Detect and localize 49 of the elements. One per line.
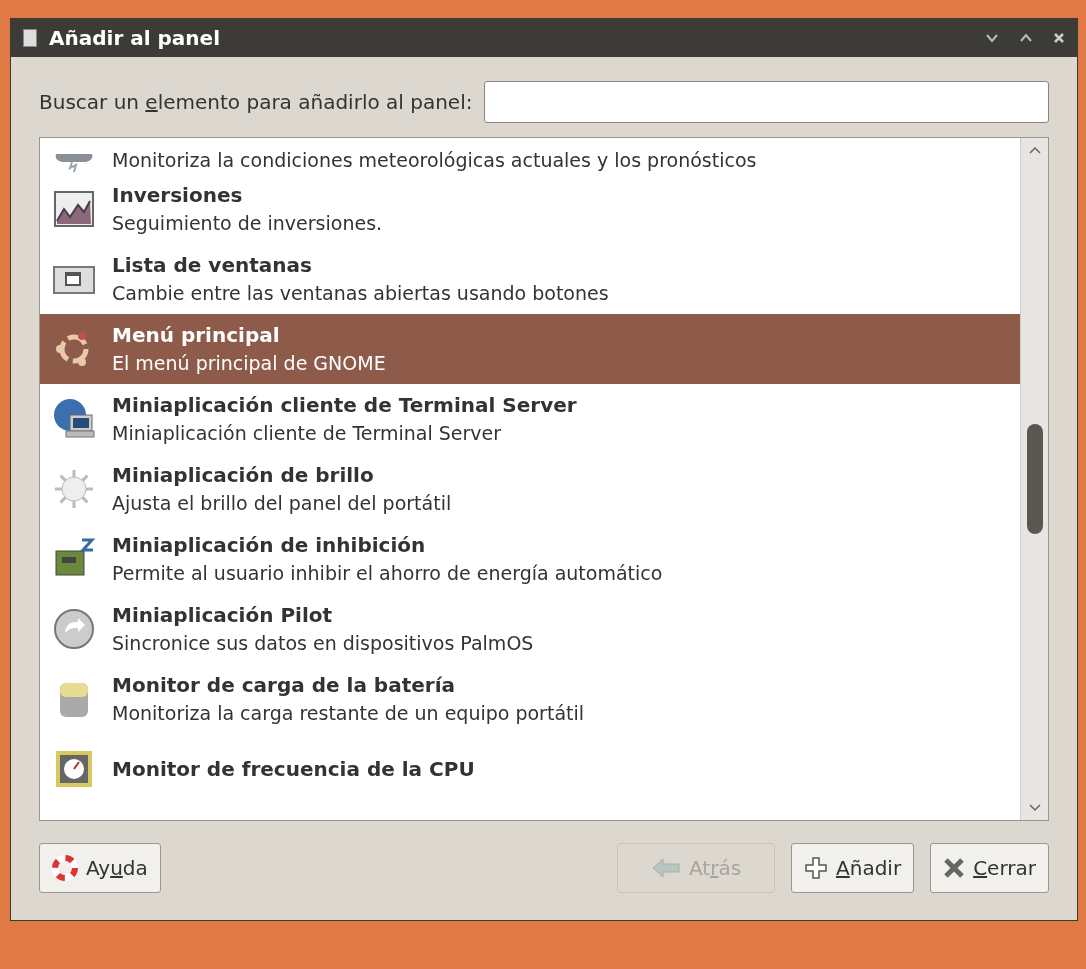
item-title: Miniaplicación Pilot bbox=[112, 602, 334, 629]
item-title: Lista de ventanas bbox=[112, 252, 313, 279]
item-description: Sincronice sus datos en dispositivos PalmOS bbox=[112, 631, 534, 656]
sun-icon bbox=[52, 467, 96, 511]
list-item[interactable]: Miniaplicación de brillo Ajusta el brillo del panel del portátil bbox=[40, 454, 1020, 524]
list-item[interactable]: Miniaplicación cliente de Terminal Server Miniaplicación cliente de Terminal Server bbox=[40, 384, 1020, 454]
add-button[interactable]: Añadir bbox=[791, 843, 915, 893]
scroll-up-icon[interactable] bbox=[1028, 146, 1041, 154]
minimize-icon[interactable] bbox=[985, 33, 999, 43]
item-title: Monitor de frecuencia de la CPU bbox=[112, 756, 475, 783]
item-description: Ajusta el brillo del panel del portátil bbox=[112, 491, 452, 516]
list-item[interactable]: Monitor de carga de la batería Monitoriza la carga restante de un equipo portátil bbox=[40, 664, 1020, 734]
list-item[interactable]: Miniaplicación Pilot Sincronice sus datos en dispositivos PalmOS bbox=[40, 594, 1020, 664]
close-icon bbox=[943, 857, 966, 879]
search-label: Buscar un elemento para añadirlo al panel: bbox=[39, 89, 473, 116]
scrollbar-thumb[interactable] bbox=[1026, 424, 1043, 534]
close-window-icon[interactable] bbox=[1053, 32, 1065, 44]
item-title: Monitor de carga de la batería bbox=[112, 672, 456, 699]
list-item[interactable]: Miniaplicación de inhibición Permite al usuario inhibir el ahorro de energía automático bbox=[40, 524, 1020, 594]
item-title: Miniaplicación de brillo bbox=[112, 462, 375, 489]
item-title: Miniaplicación cliente de Terminal Server bbox=[112, 392, 577, 419]
scrollbar[interactable] bbox=[1020, 138, 1048, 820]
item-title: Menú principal bbox=[112, 322, 281, 349]
list-item[interactable]: Lista de ventanas Cambie entre las ventanas abiertas usando botones bbox=[40, 244, 1020, 314]
close-button[interactable]: Cerrar bbox=[930, 843, 1049, 893]
list-item[interactable]: Monitor de frecuencia de la CPU bbox=[40, 734, 1020, 804]
scroll-down-icon[interactable] bbox=[1028, 804, 1041, 812]
plus-icon bbox=[804, 856, 829, 880]
network-computer-icon bbox=[52, 397, 96, 441]
item-description: Permite al usuario inhibir el ahorro de energía automático bbox=[112, 561, 663, 586]
list-item[interactable]: Inversiones Seguimiento de inversiones. bbox=[40, 174, 1020, 244]
search-field[interactable] bbox=[484, 81, 1049, 123]
sync-icon bbox=[52, 607, 96, 651]
lifebuoy-icon bbox=[52, 855, 78, 881]
item-description: Monitoriza la carga restante de un equipo portátil bbox=[112, 701, 585, 726]
list-item[interactable]: Menú principal El menú principal de GNOME bbox=[40, 314, 1020, 384]
item-description: Seguimiento de inversiones. bbox=[112, 211, 383, 236]
list-item[interactable]: Monitoriza la condiciones meteorológicas actuales y los pronósticos bbox=[40, 138, 1020, 174]
item-title: Miniaplicación de inhibición bbox=[112, 532, 427, 559]
maximize-icon[interactable] bbox=[1019, 33, 1033, 43]
item-description: Cambie entre las ventanas abiertas usando botones bbox=[112, 281, 609, 306]
item-description: Monitoriza la condiciones meteorológicas actuales y los pronósticos bbox=[112, 148, 757, 173]
item-description: Miniaplicación cliente de Terminal Server bbox=[112, 421, 503, 446]
help-button[interactable]: Ayuda bbox=[39, 843, 161, 893]
back-arrow-icon bbox=[651, 857, 681, 879]
window-icon bbox=[23, 29, 37, 47]
item-title: Inversiones bbox=[112, 182, 244, 209]
item-description: El menú principal de GNOME bbox=[112, 351, 386, 376]
window-title: Añadir al panel bbox=[49, 25, 220, 52]
